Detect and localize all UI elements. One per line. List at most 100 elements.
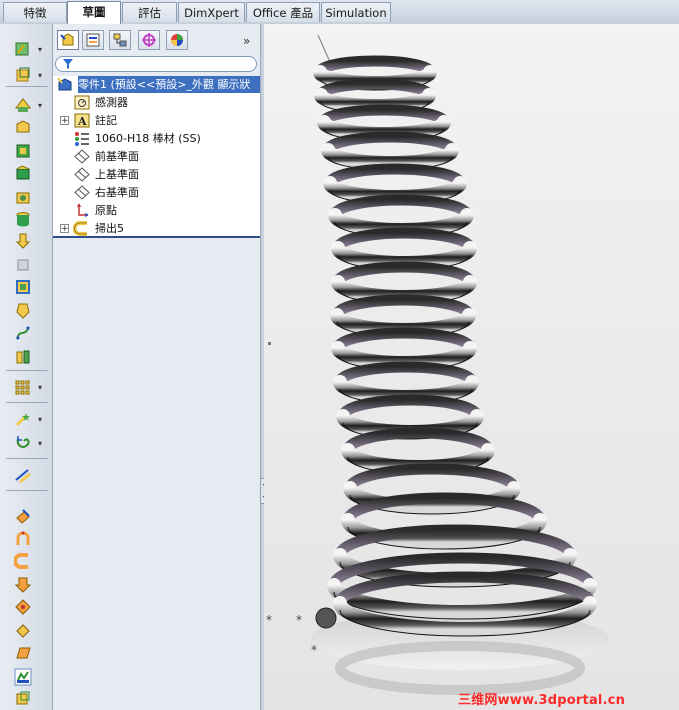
expand-toggle-icon[interactable]: + [60, 116, 69, 126]
command-manager-tabbar: 特徵 草圖 評估 DimXpert Office 產品 Simulation [0, 0, 679, 25]
sweep-boss-icon[interactable] [14, 164, 32, 182]
tree-item-label: 右基準面 [95, 186, 139, 199]
thicken-icon[interactable] [14, 668, 32, 686]
tree-item-sweep[interactable]: + 掃出5 [57, 220, 257, 237]
part-icon [57, 77, 72, 91]
tree-root-label: 零件1 (預設<<預設>_外觀 顯示狀 [78, 76, 261, 93]
manager-tabs: » [53, 26, 260, 52]
loft-boss-icon[interactable] [14, 188, 32, 206]
tree-root-part[interactable]: 零件1 (預設<<預設>_外觀 顯示狀 [56, 76, 261, 93]
plane-icon [74, 149, 90, 164]
spring-model: * * * [266, 34, 610, 695]
move-face-icon[interactable] [14, 552, 32, 570]
tree-item-label: 1060-H18 棒材 (SS) [95, 132, 201, 145]
spring-coil-front [314, 88, 436, 113]
material-icon [75, 132, 89, 146]
dome-icon[interactable] [14, 576, 32, 594]
command-toolbar: ▾ ▾ ▾ ▾ ▾ ▾ [0, 24, 53, 710]
linear-pattern-icon[interactable] [14, 378, 32, 396]
draft-icon[interactable] [14, 302, 32, 320]
sketch-icon[interactable] [14, 40, 32, 58]
tree-item-label: 上基準面 [95, 168, 139, 181]
sweep-path-line [317, 34, 331, 63]
tree-item-material[interactable]: 1060-H18 棒材 (SS) [57, 130, 257, 147]
split-line-icon[interactable] [14, 508, 32, 526]
shell-icon[interactable] [14, 278, 32, 296]
tab-dimxpert[interactable]: DimXpert [178, 2, 245, 22]
wrap-icon[interactable] [14, 530, 32, 548]
tree-item-label: 掃出5 [95, 222, 124, 235]
svg-text:A: A [77, 115, 87, 128]
feature-manager-panel: » 零件1 (預設<<預設>_外觀 顯示狀 感測器 + A 註記 1060-H1… [53, 24, 261, 710]
origin-marker-icon: * [266, 613, 272, 627]
spring-coils [313, 55, 597, 637]
instant3d-icon[interactable] [14, 466, 32, 484]
tree-item-top-plane[interactable]: 上基準面 [57, 166, 257, 183]
freeform-icon[interactable] [14, 644, 32, 662]
chamfer-icon[interactable] [14, 256, 32, 274]
curves-icon[interactable] [14, 324, 32, 342]
fillet-icon[interactable] [14, 232, 32, 250]
extrude-boss-icon[interactable] [14, 118, 32, 136]
toolbar-separator [6, 458, 48, 459]
sensor-icon [74, 95, 90, 110]
replace-face-icon[interactable] [14, 690, 32, 708]
expand-panel-button[interactable]: » [243, 34, 250, 48]
helix-spiral-icon[interactable] [14, 434, 32, 452]
toolbar-separator [6, 490, 48, 491]
spring-end-cap [315, 607, 337, 629]
tab-evaluate[interactable]: 評估 [122, 2, 177, 22]
tree-item-annotations[interactable]: + A 註記 [57, 112, 257, 129]
tree-item-label: 前基準面 [95, 150, 139, 163]
plane-icon [74, 167, 90, 182]
extrude-cut-icon[interactable] [14, 210, 32, 228]
toolbar-separator [6, 86, 48, 87]
dropdown-arrow-icon[interactable]: ▾ [38, 46, 46, 54]
dimxpert-manager-icon[interactable] [138, 30, 160, 50]
feature-manager-empty-area [53, 238, 260, 710]
origin-marker-icon: * [311, 643, 317, 657]
graphics-area[interactable]: * * * [264, 24, 679, 710]
feature-manager-icon[interactable] [57, 30, 79, 50]
sweep-icon [73, 221, 87, 236]
watermark-text: 三维网www.3dportal.cn [458, 693, 626, 708]
dropdown-arrow-icon[interactable]: ▾ [38, 384, 46, 392]
tree-item-right-plane[interactable]: 右基準面 [57, 184, 257, 201]
tab-office-products[interactable]: Office 產品 [246, 2, 320, 22]
property-manager-icon[interactable] [82, 30, 104, 50]
dropdown-arrow-icon[interactable]: ▾ [38, 72, 46, 80]
flex-icon[interactable] [14, 622, 32, 640]
expand-toggle-icon[interactable]: + [60, 224, 69, 234]
dropdown-arrow-icon[interactable]: ▾ [38, 416, 46, 424]
origin-marker-icon: * [296, 613, 302, 627]
annotation-icon: A [74, 113, 90, 128]
tab-sketch[interactable]: 草圖 [67, 1, 121, 24]
tab-features[interactable]: 特徵 [3, 2, 67, 22]
smart-dimension-icon[interactable] [14, 96, 32, 114]
mirror-icon[interactable] [14, 410, 32, 428]
spring-coil-front [321, 143, 459, 170]
tab-simulation[interactable]: Simulation [321, 2, 391, 22]
display-manager-icon[interactable] [166, 30, 188, 50]
tree-item-front-plane[interactable]: 前基準面 [57, 148, 257, 165]
tree-item-label: 感測器 [95, 96, 128, 109]
toolbar-separator [6, 370, 48, 371]
tree-item-origin[interactable]: 原點 [57, 202, 257, 219]
configuration-manager-icon[interactable] [109, 30, 131, 50]
spring-coil-front [331, 241, 477, 270]
filter-icon [63, 59, 73, 69]
revolve-boss-icon[interactable] [14, 142, 32, 160]
origin-icon [77, 203, 89, 217]
plane-icon [74, 185, 90, 200]
view-center-marker [268, 342, 271, 345]
3d-sketch-icon[interactable] [14, 66, 32, 84]
tree-item-sensors[interactable]: 感測器 [57, 94, 257, 111]
tree-filter-input[interactable] [55, 56, 257, 72]
tree-item-label: 註記 [95, 114, 117, 127]
dropdown-arrow-icon[interactable]: ▾ [38, 102, 46, 110]
dropdown-arrow-icon[interactable]: ▾ [38, 440, 46, 448]
reference-geometry-icon[interactable] [14, 348, 32, 366]
tree-item-label: 原點 [95, 204, 117, 217]
feature-tree: 零件1 (預設<<預設>_外觀 顯示狀 感測器 + A 註記 1060-H18 … [53, 76, 261, 238]
deform-icon[interactable] [14, 598, 32, 616]
